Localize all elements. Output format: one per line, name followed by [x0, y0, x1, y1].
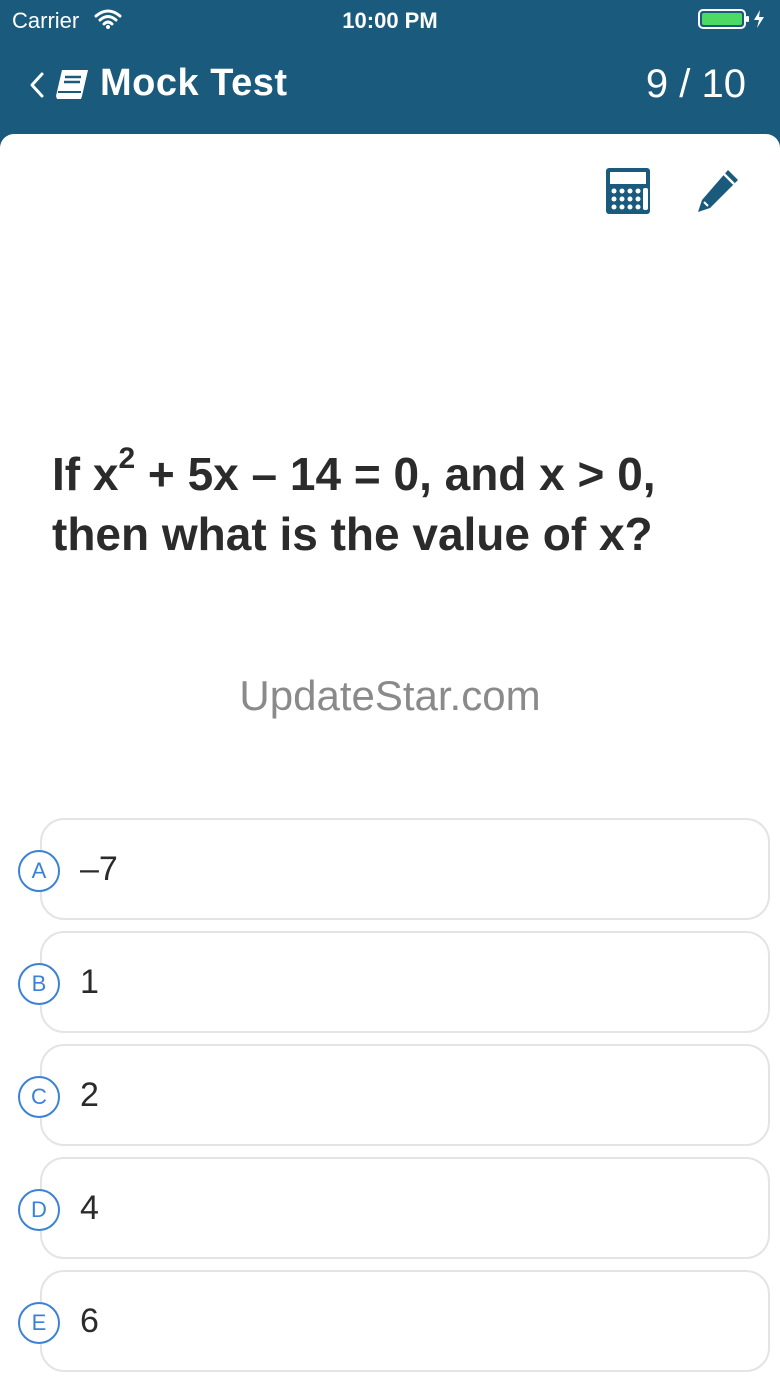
- question-card: If x2 + 5x – 14 = 0, and x > 0, then wha…: [0, 134, 780, 1387]
- question-exponent: 2: [118, 442, 136, 475]
- option-letter-badge: B: [18, 963, 60, 1005]
- pencil-icon[interactable]: [694, 166, 742, 216]
- answer-option-a[interactable]: A –7: [18, 818, 770, 920]
- answer-option-d[interactable]: D 4: [18, 1157, 770, 1259]
- answer-option-c[interactable]: C 2: [18, 1044, 770, 1146]
- option-value: 2: [80, 1076, 99, 1114]
- status-bar: Carrier 10:00 PM: [0, 0, 780, 40]
- book-icon: [56, 70, 88, 99]
- nav-bar: Mock Test 9 / 10: [0, 40, 780, 134]
- answer-option-e[interactable]: E 6: [18, 1270, 770, 1372]
- option-value: –7: [80, 850, 118, 888]
- back-chevron-icon[interactable]: [28, 70, 46, 100]
- clock: 10:00 PM: [342, 8, 438, 33]
- question-counter: 9 / 10: [645, 62, 746, 106]
- option-letter-badge: A: [18, 850, 60, 892]
- question-text: If x2 + 5x – 14 = 0, and x > 0, then wha…: [52, 444, 752, 564]
- watermark: UpdateStar.com: [239, 672, 541, 719]
- question-text-end: + 5x – 14 = 0, and x > 0, then what is t…: [52, 448, 656, 560]
- answer-option-b[interactable]: B 1: [18, 931, 770, 1033]
- option-letter-badge: D: [18, 1189, 60, 1231]
- option-value: 4: [80, 1189, 99, 1227]
- option-value: 1: [80, 963, 99, 1001]
- screen: Carrier 10:00 PM Mock Test 9 / 10 If x2 …: [0, 0, 780, 1387]
- battery-charging-icon: [698, 9, 764, 29]
- option-value: 6: [80, 1302, 99, 1340]
- option-letter-badge: C: [18, 1076, 60, 1118]
- option-letter-badge: E: [18, 1302, 60, 1344]
- calculator-icon[interactable]: [604, 166, 652, 216]
- question-text-start: If x: [52, 448, 119, 500]
- page-title: Mock Test: [100, 62, 288, 104]
